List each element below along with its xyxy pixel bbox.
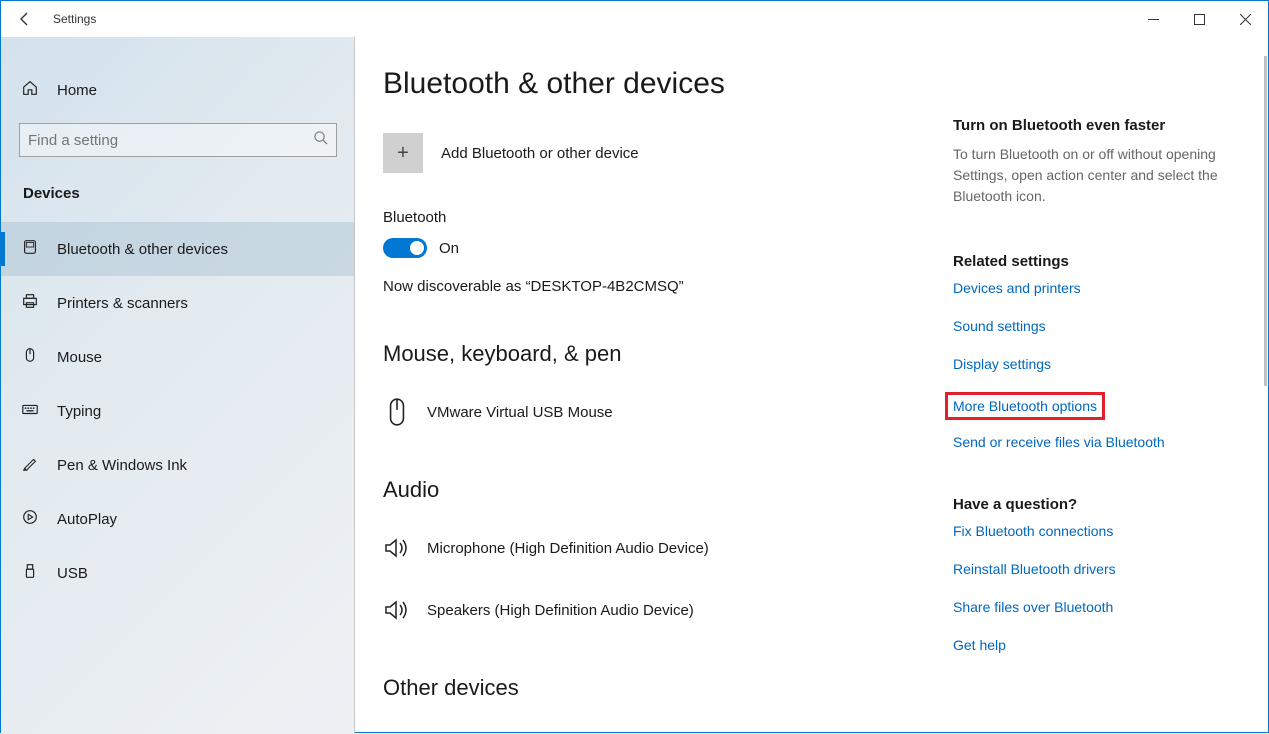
sidebar-item-printers[interactable]: Printers & scanners (1, 276, 355, 330)
device-name: Microphone (High Definition Audio Device… (427, 540, 709, 557)
mouse-icon (383, 397, 411, 427)
sidebar-item-usb[interactable]: USB (1, 546, 355, 600)
toggle-state: On (439, 240, 459, 257)
add-device-button[interactable]: + Add Bluetooth or other device (383, 133, 953, 173)
link-sound-settings[interactable]: Sound settings (953, 318, 1233, 334)
sidebar: Home Devices Bluetooth & other devices P… (1, 37, 355, 734)
sidebar-item-label: Mouse (57, 349, 102, 366)
speaker-icon (383, 599, 411, 621)
question-heading: Have a question? (953, 496, 1233, 513)
sidebar-item-label: Typing (57, 403, 101, 420)
category-label: Devices (1, 185, 355, 222)
home-icon (21, 79, 39, 101)
window-title: Settings (53, 12, 96, 26)
keyboard-icon (21, 400, 39, 422)
related-heading: Related settings (953, 253, 1233, 270)
main-content: Bluetooth & other devices + Add Bluetoot… (355, 37, 1268, 734)
sidebar-item-label: Pen & Windows Ink (57, 457, 187, 474)
link-fix-bluetooth[interactable]: Fix Bluetooth connections (953, 523, 1233, 539)
search-icon (313, 130, 328, 150)
plus-icon: + (383, 133, 423, 173)
bluetooth-toggle[interactable] (383, 238, 427, 258)
sidebar-item-pen[interactable]: Pen & Windows Ink (1, 438, 355, 492)
scrollbar[interactable] (1264, 56, 1267, 386)
sidebar-item-typing[interactable]: Typing (1, 384, 355, 438)
printer-icon (21, 292, 39, 314)
device-row[interactable]: Microphone (High Definition Audio Device… (383, 517, 953, 579)
bluetooth-label: Bluetooth (383, 209, 953, 226)
home-label: Home (57, 82, 97, 99)
tip-heading: Turn on Bluetooth even faster (953, 117, 1233, 134)
sidebar-item-label: USB (57, 565, 88, 582)
device-row[interactable]: Speakers (High Definition Audio Device) (383, 579, 953, 641)
search-input[interactable] (28, 132, 313, 149)
sidebar-item-label: Bluetooth & other devices (57, 241, 228, 258)
tip-text: To turn Bluetooth on or off without open… (953, 144, 1233, 207)
speaker-icon (383, 537, 411, 559)
link-reinstall-drivers[interactable]: Reinstall Bluetooth drivers (953, 561, 1233, 577)
discoverable-text: Now discoverable as “DESKTOP-4B2CMSQ” (383, 278, 953, 295)
sidebar-item-label: Printers & scanners (57, 295, 188, 312)
usb-icon (21, 562, 39, 584)
maximize-button[interactable] (1176, 1, 1222, 37)
group-title-audio: Audio (383, 477, 953, 503)
device-row[interactable]: VMware Virtual USB Mouse (383, 381, 953, 443)
sidebar-item-mouse[interactable]: Mouse (1, 330, 355, 384)
group-title-other: Other devices (383, 675, 953, 701)
home-link[interactable]: Home (1, 73, 355, 123)
right-pane: Turn on Bluetooth even faster To turn Bl… (953, 67, 1233, 734)
device-name: VMware Virtual USB Mouse (427, 404, 613, 421)
group-title-mouse: Mouse, keyboard, & pen (383, 341, 953, 367)
link-get-help[interactable]: Get help (953, 637, 1233, 653)
add-device-label: Add Bluetooth or other device (441, 145, 639, 162)
mouse-icon (21, 346, 39, 368)
sidebar-item-autoplay[interactable]: AutoPlay (1, 492, 355, 546)
sidebar-item-label: AutoPlay (57, 511, 117, 528)
link-display-settings[interactable]: Display settings (953, 356, 1233, 372)
close-button[interactable] (1222, 1, 1268, 37)
autoplay-icon (21, 508, 39, 530)
link-send-receive-files[interactable]: Send or receive files via Bluetooth (953, 434, 1233, 450)
link-more-bluetooth-options[interactable]: More Bluetooth options (947, 394, 1103, 418)
search-input-container[interactable] (19, 123, 337, 157)
link-devices-printers[interactable]: Devices and printers (953, 280, 1233, 296)
page-title: Bluetooth & other devices (383, 67, 953, 101)
back-button[interactable] (1, 1, 49, 37)
link-share-files[interactable]: Share files over Bluetooth (953, 599, 1233, 615)
pen-icon (21, 454, 39, 476)
minimize-button[interactable] (1130, 1, 1176, 37)
bluetooth-icon (21, 238, 39, 260)
device-name: Speakers (High Definition Audio Device) (427, 602, 694, 619)
titlebar: Settings (1, 1, 1268, 37)
sidebar-item-bluetooth[interactable]: Bluetooth & other devices (1, 222, 355, 276)
